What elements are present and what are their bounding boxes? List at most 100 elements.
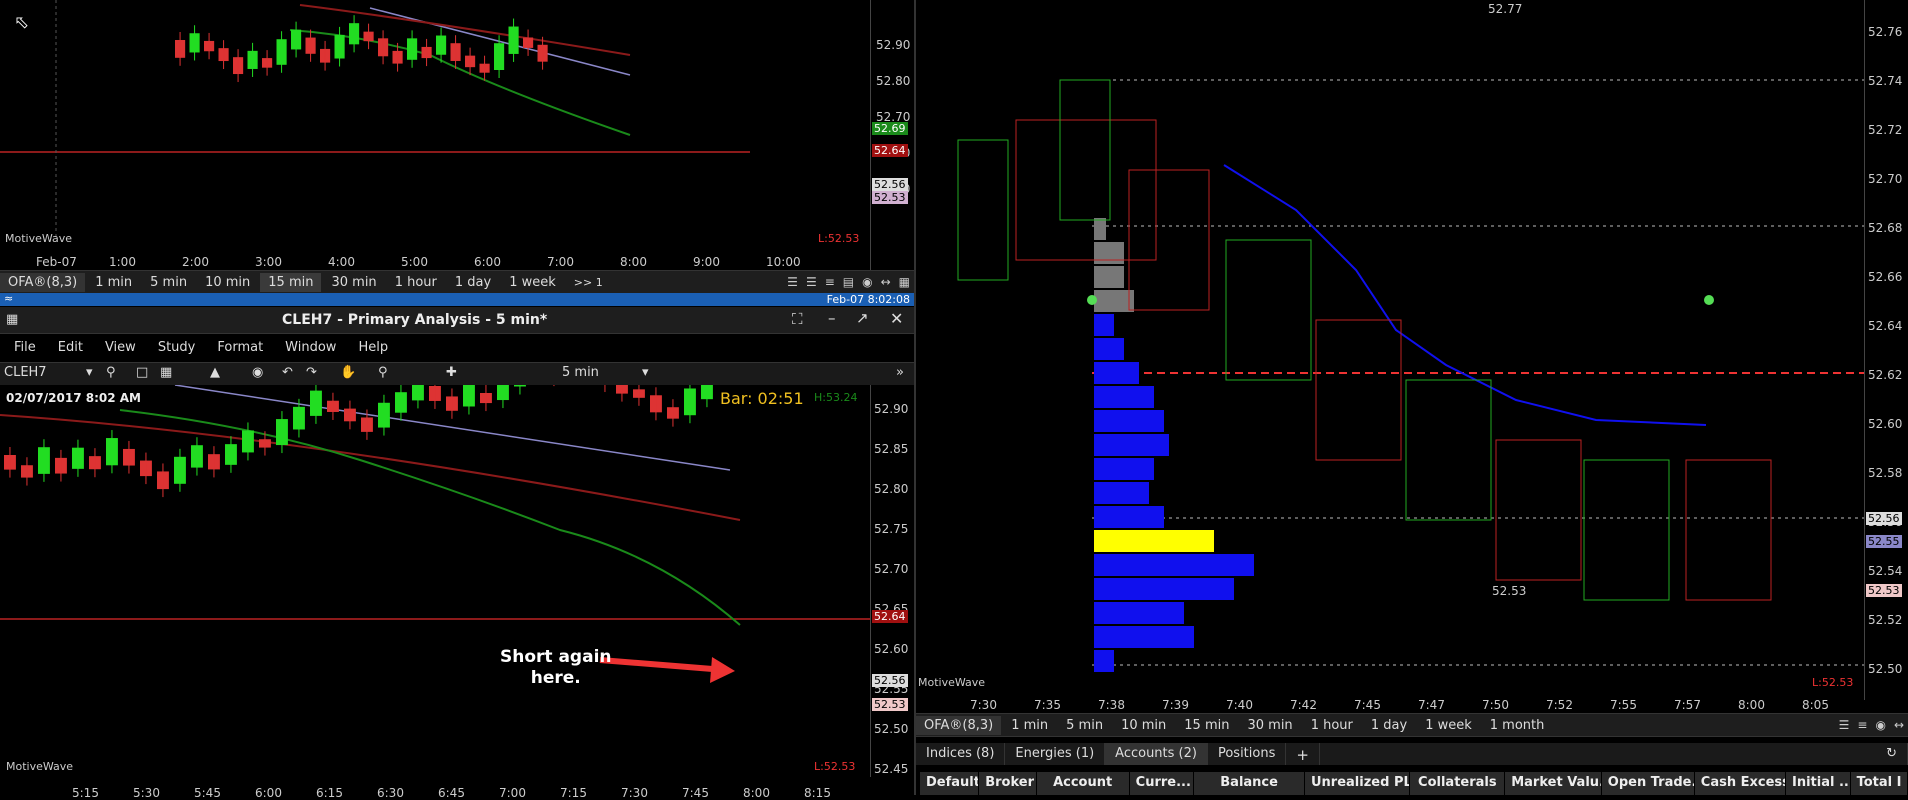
bottom-y-tick: 52.60 — [874, 642, 909, 656]
chart-icon[interactable]: ▤ — [843, 275, 854, 289]
top-last-badge: L:52.53 — [818, 232, 860, 245]
right-ruler-icon[interactable]: ↔ — [1894, 718, 1904, 732]
calendar-icon[interactable]: ▦ — [899, 275, 910, 289]
top-x-tick: 2:00 — [182, 255, 209, 269]
tab-accounts[interactable]: Accounts (2) — [1105, 743, 1208, 765]
right-tf-3[interactable]: 10 min — [1113, 716, 1174, 735]
symbol-field[interactable]: CLEH7 — [4, 365, 92, 380]
top-tf-3[interactable]: 10 min — [197, 273, 258, 292]
right-tf-5[interactable]: 30 min — [1239, 716, 1300, 735]
tab-positions[interactable]: Positions — [1208, 743, 1287, 765]
col-market-value[interactable]: Market Valu... — [1505, 772, 1602, 795]
profile-row — [1094, 266, 1124, 288]
zoom-icon[interactable]: ⚲ — [378, 365, 388, 380]
col-cash-excess[interactable]: Cash Excess — [1695, 772, 1786, 795]
right-y-tick: 52.76 — [1868, 25, 1903, 39]
col-account[interactable]: Account — [1037, 772, 1130, 795]
menu-study[interactable]: Study — [158, 340, 196, 355]
bottom-y-tick: 52.70 — [874, 562, 909, 576]
undo-icon[interactable]: ↶ — [282, 365, 293, 380]
annotation-line1: Short again — [500, 647, 612, 667]
bar-timer: Bar: 02:51 — [720, 389, 804, 408]
profile-row — [1094, 314, 1114, 336]
fullscreen-icon[interactable]: ⛶ — [792, 310, 803, 328]
col-open-trade[interactable]: Open Trade... — [1602, 772, 1695, 795]
maximize-icon[interactable]: ↗ — [856, 309, 869, 327]
menu-edit[interactable]: Edit — [58, 340, 83, 355]
minimize-icon[interactable]: – — [828, 309, 836, 327]
menu-file[interactable]: File — [14, 340, 36, 355]
right-tf-9[interactable]: 1 month — [1482, 716, 1553, 735]
right-x-tick: 7:45 — [1354, 698, 1381, 712]
top-tf-7[interactable]: 1 day — [447, 273, 499, 292]
right-tf-8[interactable]: 1 week — [1417, 716, 1480, 735]
save-icon[interactable]: ▦ — [160, 365, 172, 380]
add-tab-icon[interactable]: + — [1286, 743, 1320, 765]
right-x-tick: 7:50 — [1482, 698, 1509, 712]
profile-row — [1094, 578, 1234, 600]
right-list-icon[interactable]: ☰ — [1839, 718, 1850, 732]
right-tf-2[interactable]: 5 min — [1058, 716, 1111, 735]
right-tf-6[interactable]: 1 hour — [1303, 716, 1361, 735]
eye-icon[interactable]: ◉ — [862, 275, 872, 289]
hand-icon[interactable]: ✋ — [340, 365, 356, 380]
col-balance[interactable]: Balance — [1194, 772, 1305, 795]
status-time: Feb-07 8:02:08 — [826, 293, 910, 306]
menu-icon[interactable]: ≡ — [825, 275, 835, 289]
tab-energies[interactable]: Energies (1) — [1005, 743, 1106, 765]
menu-format[interactable]: Format — [217, 340, 263, 355]
menu-window[interactable]: Window — [285, 340, 336, 355]
list-icon[interactable]: ☰ — [806, 275, 817, 289]
top-tf-0[interactable]: OFA®(8,3) — [0, 272, 86, 292]
col-currency[interactable]: Curre... — [1130, 772, 1195, 795]
right-y-tick: 52.54 — [1868, 564, 1903, 578]
interval-select[interactable]: 5 min — [562, 365, 652, 380]
more-icon[interactable]: » — [896, 365, 904, 380]
camera-icon[interactable]: ◉ — [252, 365, 263, 380]
right-tf-7[interactable]: 1 day — [1363, 716, 1415, 735]
top-tf-more[interactable]: >> 1 — [566, 274, 611, 291]
col-unrealized[interactable]: Unrealized PL — [1305, 772, 1411, 795]
bottom-chart-canvas — [0, 385, 870, 683]
right-tf-0[interactable]: OFA®(8,3) — [916, 715, 1002, 735]
bottom-brand: MotiveWave — [6, 760, 74, 773]
right-menu-icon[interactable]: ≡ — [1857, 718, 1867, 732]
menu-view[interactable]: View — [105, 340, 136, 355]
top-chart-canvas: L:52.53 — [0, 0, 750, 240]
right-chart[interactable]: 52.77 52.53 MotiveWave L:52.53 — [916, 0, 1864, 700]
new-icon[interactable]: □ — [136, 365, 148, 380]
col-default[interactable]: Default — [920, 772, 980, 795]
open-icon[interactable]: ▲ — [210, 365, 220, 380]
col-initial[interactable]: Initial ... — [1786, 772, 1851, 795]
col-total[interactable]: Total I — [1851, 772, 1908, 795]
draw-tools-icon[interactable]: ☰ — [787, 275, 798, 289]
top-tf-2[interactable]: 5 min — [142, 273, 195, 292]
col-broker[interactable]: Broker — [979, 772, 1037, 795]
symbol-dropdown-icon[interactable]: ▾ — [86, 365, 93, 380]
bottom-window-titlebar[interactable]: ▦ CLEH7 - Primary Analysis - 5 min* ⛶ – … — [0, 307, 914, 334]
right-tf-4[interactable]: 15 min — [1176, 716, 1237, 735]
col-collaterals[interactable]: Collaterals — [1410, 772, 1506, 795]
top-x-tick: 5:00 — [401, 255, 428, 269]
top-tf-6[interactable]: 1 hour — [387, 273, 445, 292]
menu-help[interactable]: Help — [358, 340, 388, 355]
top-tf-1[interactable]: 1 min — [87, 273, 140, 292]
refresh-icon[interactable]: ↻ — [1876, 743, 1908, 765]
ruler-icon[interactable]: ↔ — [881, 275, 891, 289]
crosshair-icon[interactable]: ✚ — [446, 365, 457, 380]
top-tf-4[interactable]: 15 min — [260, 272, 322, 292]
price-note: 52.53 — [1492, 584, 1527, 598]
top-x-tick: 6:00 — [474, 255, 501, 269]
top-chart[interactable]: L:52.53 MotiveWave L:52.53 — [0, 0, 750, 270]
bottom-chart[interactable]: 02/07/2017 8:02 AM Bar: 02:51 H:53.24 Sh… — [0, 385, 870, 785]
search-icon[interactable]: ⚲ — [106, 365, 116, 380]
footprint-box — [1685, 459, 1772, 601]
top-tf-5[interactable]: 30 min — [323, 273, 384, 292]
right-eye-icon[interactable]: ◉ — [1875, 718, 1885, 732]
right-tf-1[interactable]: 1 min — [1003, 716, 1056, 735]
redo-icon[interactable]: ↷ — [306, 365, 317, 380]
tab-indices[interactable]: Indices (8) — [916, 743, 1006, 765]
top-tf-8[interactable]: 1 week — [501, 273, 564, 292]
interval-dropdown-icon[interactable]: ▾ — [642, 365, 649, 380]
close-icon[interactable]: ✕ — [890, 309, 903, 328]
